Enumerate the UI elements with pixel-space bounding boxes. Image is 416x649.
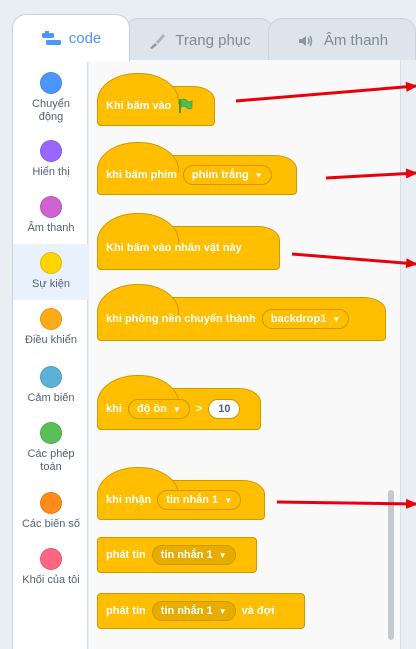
category-variables[interactable]: Các biến số (13, 490, 89, 542)
tab-sounds-label: Âm thanh (323, 32, 389, 49)
sensing-color-icon (40, 366, 62, 388)
brush-icon (147, 32, 167, 50)
greater-than-sign: > (195, 403, 203, 415)
broadcast-dropdown[interactable]: tin nhắn 1 ▼ (151, 545, 236, 565)
category-label: Sự kiện (32, 278, 70, 290)
palette-scrollbar[interactable] (388, 490, 394, 640)
category-events[interactable]: Sự kiện (13, 244, 89, 300)
backdrop-dropdown[interactable]: backdrop1 ▼ (261, 309, 350, 329)
green-flag-icon (177, 98, 193, 114)
control-color-icon (40, 308, 62, 330)
tab-code-label: code (68, 30, 102, 47)
caret-down-icon: ▼ (332, 314, 341, 324)
tab-code[interactable]: code (12, 14, 130, 62)
when-sprite-clicked-block[interactable]: Khi bấm vào nhân vật này (97, 213, 280, 270)
caret-down-icon: ▼ (254, 170, 263, 180)
speaker-icon (296, 32, 316, 50)
sensor-dropdown[interactable]: độ ồn ▼ (127, 399, 190, 419)
threshold-input[interactable]: 10 (208, 399, 241, 419)
category-sensing[interactable]: Cảm biến (13, 364, 89, 416)
caret-down-icon: ▼ (218, 606, 227, 616)
caret-down-icon: ▼ (172, 404, 181, 414)
when-backdrop-switches-block[interactable]: khi phông nền chuyển thành backdrop1 ▼ (97, 284, 386, 341)
dropdown-value: tin nhắn 1 (166, 494, 219, 506)
dropdown-value: backdrop1 (270, 313, 327, 325)
category-looks[interactable]: Hiển thị (13, 138, 89, 188)
scroll-track (400, 60, 416, 649)
category-label: Điều khiển (25, 334, 77, 346)
dropdown-value: tin nhắn 1 (160, 549, 213, 561)
sound-color-icon (40, 196, 62, 218)
block-text: phát tin (106, 605, 146, 617)
block-text: và đợi (241, 605, 275, 617)
block-text: khi phông nền chuyển thành (106, 313, 256, 325)
category-label: Các phép toán (27, 448, 75, 473)
caret-down-icon: ▼ (224, 495, 233, 505)
category-label: Âm thanh (27, 222, 75, 234)
category-label: Chuyển động (32, 98, 70, 123)
block-text: khi (106, 403, 122, 415)
category-label: Khối của tôi (22, 574, 80, 586)
when-i-receive-block[interactable]: khi nhận tin nhắn 1 ▼ (97, 467, 265, 520)
dropdown-value: độ ồn (136, 403, 167, 415)
tab-costumes[interactable]: Trang phục (124, 18, 274, 62)
dropdown-value: phím trắng (191, 169, 249, 181)
looks-color-icon (40, 140, 62, 162)
category-control[interactable]: Điều khiển (13, 306, 89, 358)
broadcast-and-wait-block[interactable]: phát tin tin nhắn 1 ▼ và đợi (97, 593, 305, 629)
tab-sounds[interactable]: Âm thanh (268, 18, 416, 62)
block-text: phát tin (106, 549, 146, 561)
category-menu: Chuyển động Hiển thị Âm thanh Sự kiện Đi… (12, 60, 89, 649)
category-operators[interactable]: Các phép toán (13, 420, 89, 484)
palette-edge (400, 60, 401, 649)
tab-costumes-label: Trang phục (175, 32, 251, 49)
block-text: Khi bấm vào (106, 100, 172, 112)
when-key-pressed-block[interactable]: khi bấm phím phím trắng ▼ (97, 142, 297, 195)
caret-down-icon: ▼ (218, 550, 227, 560)
when-flag-clicked-block[interactable]: Khi bấm vào (97, 73, 215, 126)
operators-color-icon (40, 422, 62, 444)
when-sensor-greater-block[interactable]: khi độ ồn ▼ > 10 (97, 375, 261, 430)
broadcast-block[interactable]: phát tin tin nhắn 1 ▼ (97, 537, 257, 573)
category-motion[interactable]: Chuyển động (13, 68, 89, 130)
block-text: khi bấm phím (106, 169, 177, 181)
events-color-icon (40, 252, 62, 274)
block-text: Khi bấm vào nhân vật này (106, 242, 242, 254)
broadcast-wait-dropdown[interactable]: tin nhắn 1 ▼ (151, 601, 236, 621)
block-text: khi nhận (106, 494, 152, 506)
key-dropdown[interactable]: phím trắng ▼ (182, 165, 272, 185)
variables-color-icon (40, 492, 62, 514)
dropdown-value: tin nhắn 1 (160, 605, 213, 617)
code-blocks-icon (41, 30, 61, 48)
category-label: Hiển thị (32, 166, 70, 178)
category-label: Các biến số (21, 518, 81, 530)
category-my-blocks[interactable]: Khối của tôi (13, 546, 89, 598)
category-sound[interactable]: Âm thanh (13, 194, 89, 246)
editor-tabs: Trang phục Âm thanh code (0, 0, 416, 62)
my-blocks-color-icon (40, 548, 62, 570)
motion-color-icon (40, 72, 62, 94)
category-label: Cảm biến (27, 392, 75, 404)
message-dropdown[interactable]: tin nhắn 1 ▼ (157, 490, 242, 510)
